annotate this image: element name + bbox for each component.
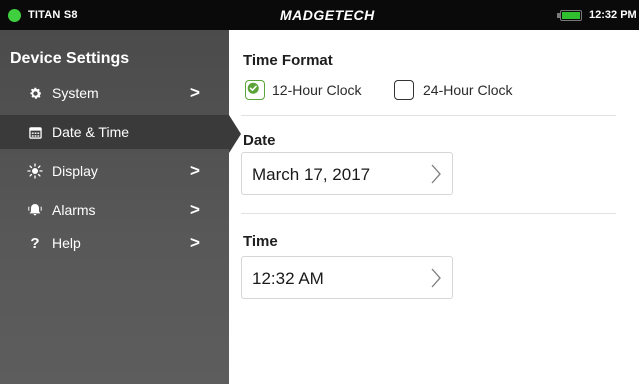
24-hour-checkbox[interactable]: [394, 80, 414, 100]
sidebar-item-alarms[interactable]: Alarms >: [0, 193, 229, 227]
sidebar-item-help[interactable]: ? Help >: [0, 226, 229, 260]
sidebar: Device Settings System > Date & Time Dis…: [0, 30, 229, 384]
time-picker[interactable]: 12:32 AM: [241, 256, 453, 299]
chevron-right-icon: >: [190, 83, 200, 102]
status-bar: TITAN S8 MADGETECH 12:32 PM: [0, 0, 639, 30]
sidebar-item-label: System: [52, 85, 99, 101]
sidebar-item-label: Display: [52, 163, 98, 179]
sidebar-item-display[interactable]: Display >: [0, 154, 229, 188]
divider: [241, 115, 616, 116]
status-clock: 12:32 PM: [589, 9, 637, 21]
check-icon: [247, 82, 259, 94]
date-title: Date: [243, 132, 276, 149]
chevron-right-icon: >: [190, 200, 200, 219]
date-value: March 17, 2017: [252, 165, 371, 184]
chevron-right-icon: >: [190, 233, 200, 252]
chevron-right-icon: [430, 268, 442, 293]
time-value: 12:32 AM: [252, 269, 324, 288]
chevron-right-icon: >: [190, 161, 200, 180]
question-icon: ?: [30, 234, 40, 252]
12-hour-checkbox[interactable]: [245, 80, 265, 100]
battery-icon: [560, 10, 582, 21]
sidebar-item-label: Help: [52, 235, 81, 251]
status-indicator-icon: [8, 9, 21, 22]
gear-icon: [27, 85, 43, 101]
chevron-right-icon: [430, 164, 442, 189]
brand-logo: MADGETECH: [280, 7, 375, 23]
sidebar-item-date-time[interactable]: Date & Time: [0, 115, 229, 149]
brightness-icon: [27, 163, 43, 179]
time-format-title: Time Format: [243, 52, 333, 69]
main-panel: Time Format 12-Hour Clock 24-Hour Clock …: [229, 30, 639, 384]
calendar-icon: [27, 124, 43, 140]
sidebar-item-label: Date & Time: [52, 124, 130, 140]
alarm-bell-icon: [27, 202, 43, 218]
divider: [241, 213, 616, 214]
12-hour-label[interactable]: 12-Hour Clock: [272, 82, 361, 98]
device-name: TITAN S8: [28, 9, 78, 21]
date-picker[interactable]: March 17, 2017: [241, 152, 453, 195]
sidebar-item-system[interactable]: System >: [0, 76, 229, 110]
24-hour-label[interactable]: 24-Hour Clock: [423, 82, 512, 98]
sidebar-item-label: Alarms: [52, 202, 96, 218]
sidebar-title: Device Settings: [10, 50, 130, 67]
time-title: Time: [243, 233, 278, 250]
